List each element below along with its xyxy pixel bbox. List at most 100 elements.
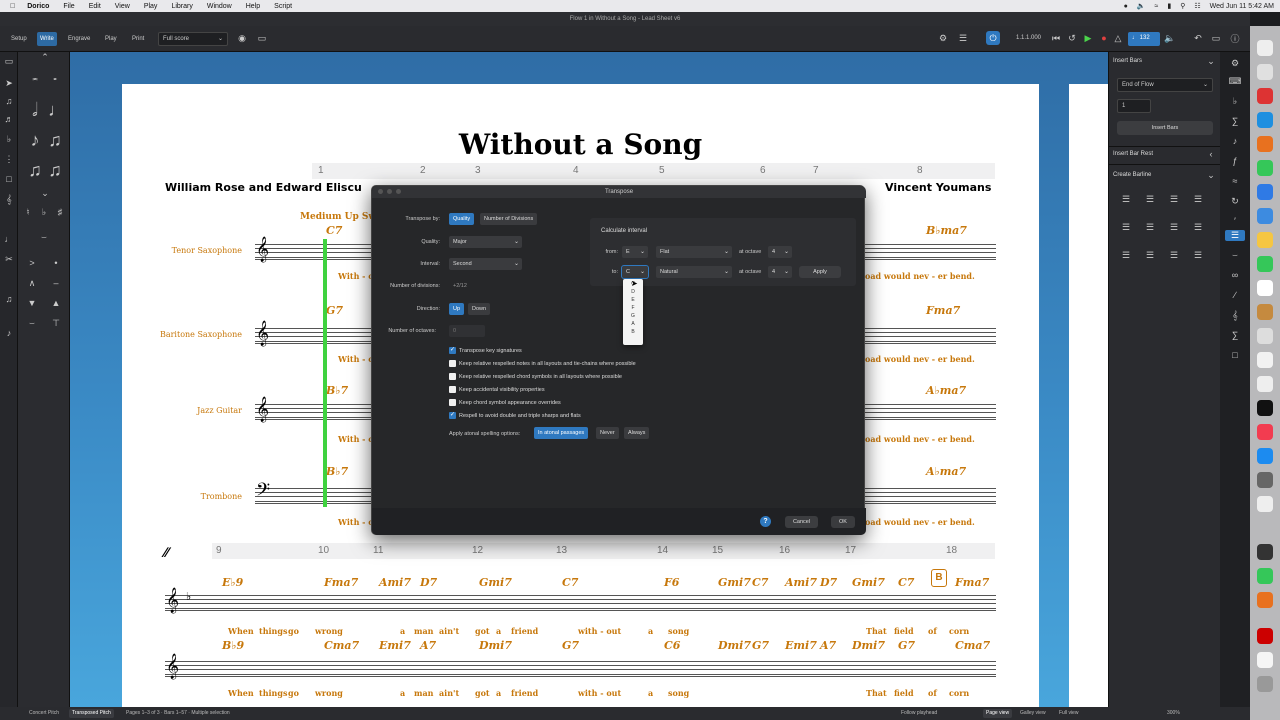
keyboard-icon[interactable]: ⌨ (1228, 76, 1242, 87)
chord-symbol[interactable]: A♭ma7 (926, 384, 966, 397)
lyric[interactable]: ain't (439, 626, 459, 636)
checkbox-keep-chord-overrides[interactable]: Keep chord symbol appearance overrides (449, 399, 561, 406)
lyric[interactable]: wrong (315, 688, 343, 698)
tuplet-icon[interactable]: ♫ (3, 294, 15, 304)
metronome-icon[interactable]: △ (1112, 33, 1124, 44)
freeform-icon[interactable] (1257, 352, 1273, 368)
atonal-always[interactable]: Always (624, 427, 650, 439)
calculator-icon[interactable] (1257, 544, 1273, 560)
app-store-icon[interactable] (1257, 208, 1273, 224)
chord-symbol[interactable]: Fma7 (324, 576, 358, 589)
lock-icon[interactable]: □ (3, 174, 15, 184)
lyric[interactable]: go (288, 626, 299, 636)
ok-button[interactable]: OK (831, 516, 855, 528)
apple-tv-icon[interactable] (1257, 400, 1273, 416)
lyric[interactable]: man (414, 626, 433, 636)
notes-app-icon[interactable] (1257, 304, 1273, 320)
whole-note-icon[interactable]: 𝅝 (48, 72, 62, 83)
half-note-icon[interactable]: 𝅗𝅥 (28, 100, 42, 121)
tick-barline-icon[interactable]: ☰ (1167, 222, 1181, 233)
chord-symbol[interactable]: A7 (420, 639, 436, 652)
eye-icon[interactable]: ◉ (235, 33, 249, 44)
power-icon[interactable]: ⏻ (986, 31, 1000, 45)
hide-panel-icon[interactable]: ▭ (1210, 33, 1222, 44)
force-duration-icon[interactable]: ♪ (3, 328, 15, 338)
lyric[interactable]: song (668, 626, 689, 636)
lyric[interactable]: oad would nev - er bend. (865, 434, 975, 444)
lyric[interactable]: With - o (338, 271, 374, 281)
double-barline-icon[interactable]: ☰ (1143, 194, 1157, 205)
lyric[interactable]: a (648, 688, 653, 698)
safari-icon[interactable] (1257, 112, 1273, 128)
slur-icon[interactable]: ⌣ (32, 232, 56, 243)
rewind-icon[interactable]: ⏮ (1050, 33, 1062, 44)
menu-file[interactable]: File (63, 3, 74, 10)
unstress-icon[interactable]: ⊤ (50, 318, 62, 329)
insert-bars-button[interactable]: Insert Bars (1117, 121, 1213, 135)
play-icon[interactable]: ▶ (1082, 33, 1094, 44)
time-signature-icon[interactable]: ∑ (1228, 116, 1242, 126)
chord-symbol[interactable]: A♭ma7 (926, 465, 966, 478)
apple-icon[interactable]:  (10, 3, 15, 10)
direction-up[interactable]: Up (449, 303, 465, 315)
repeat-icon[interactable]: ↻ (1228, 196, 1242, 207)
lyric[interactable]: friend (511, 626, 538, 636)
chord-symbol[interactable]: Gmi7 (479, 576, 512, 589)
lyric[interactable]: When (228, 688, 254, 698)
bar-count-stepper[interactable]: 1 (1117, 99, 1151, 113)
instrument-name[interactable]: Tenor Saxophone (142, 246, 242, 255)
staff[interactable] (165, 595, 996, 611)
dorico-icon[interactable] (1257, 652, 1273, 668)
lyric[interactable]: ain't (439, 688, 459, 698)
apply-button[interactable]: Apply (799, 266, 841, 278)
dropdown-option-a[interactable]: A (623, 321, 643, 327)
instrument-name[interactable]: Baritone Saxophone (142, 330, 242, 339)
dotted-barline-icon[interactable]: ☰ (1143, 222, 1157, 233)
single-barline-icon[interactable]: ☰ (1119, 194, 1133, 205)
chord-symbol[interactable]: Gmi7 (718, 576, 751, 589)
staccatissimo-icon[interactable]: ▼ (26, 298, 38, 308)
insert-icon[interactable]: ♫ (3, 96, 15, 106)
dropdown-option-g[interactable]: G (623, 313, 643, 319)
chord-input-icon[interactable]: ♬ (3, 114, 15, 124)
app-store-2-icon[interactable] (1257, 448, 1273, 464)
page-view-button[interactable]: Page view (983, 709, 1013, 718)
chord-symbol[interactable]: C6 (664, 639, 680, 652)
lyric[interactable]: a (400, 626, 405, 636)
photos-icon[interactable] (1257, 232, 1273, 248)
sixtyfourth-note-icon[interactable]: ♫ (48, 160, 62, 181)
clef-icon[interactable]: 𝄞 (3, 194, 15, 205)
breve-icon[interactable]: 𝅜 (28, 72, 42, 83)
mail-icon[interactable] (1257, 184, 1273, 200)
tenuto-icon[interactable]: – (50, 278, 62, 288)
atonal-in-atonal-passages[interactable]: In atonal passages (534, 427, 589, 439)
lyric[interactable]: With - o (338, 517, 374, 527)
eighth-note-icon[interactable]: ♪ (28, 130, 42, 151)
lyric[interactable]: That (866, 626, 887, 636)
lyric[interactable]: of (928, 626, 937, 636)
chord-symbol[interactable]: G7 (562, 639, 579, 652)
follow-playhead-toggle[interactable]: Follow playhead (898, 709, 940, 718)
from-octave-select[interactable]: 4 ⌄ (768, 246, 792, 258)
chord-symbol[interactable]: Dmi7 (718, 639, 751, 652)
tremolo-icon[interactable]: ′ (1228, 216, 1242, 226)
sliders-icon[interactable]: ☰ (956, 33, 970, 44)
start-repeat-icon[interactable]: ☰ (1119, 250, 1133, 261)
loop-icon[interactable]: ↺ (1066, 33, 1078, 44)
lyric[interactable]: a (648, 626, 653, 636)
galley-view-button[interactable]: Galley view (1017, 709, 1049, 718)
chord-symbol[interactable]: G7 (752, 639, 769, 652)
chord-symbol[interactable]: G7 (326, 304, 343, 317)
chord-symbol[interactable]: Gmi7 (852, 576, 885, 589)
quality-select[interactable]: Major ⌄ (449, 236, 522, 248)
rehearsal-mark[interactable]: B (931, 569, 947, 587)
chord-symbol[interactable]: Ami7 (785, 576, 817, 589)
chevron-down-icon[interactable]: ⌄ (1205, 56, 1217, 67)
help-button[interactable]: ? (760, 516, 771, 527)
lyric[interactable]: oad would nev - er bend. (865, 354, 975, 364)
menu-window[interactable]: Window (207, 3, 232, 10)
thirtysecond-note-icon[interactable]: ♫ (28, 160, 42, 181)
calendar-icon[interactable] (1257, 280, 1273, 296)
messages-icon[interactable] (1257, 160, 1273, 176)
composer-credit[interactable]: Vincent Youmans (885, 181, 991, 194)
